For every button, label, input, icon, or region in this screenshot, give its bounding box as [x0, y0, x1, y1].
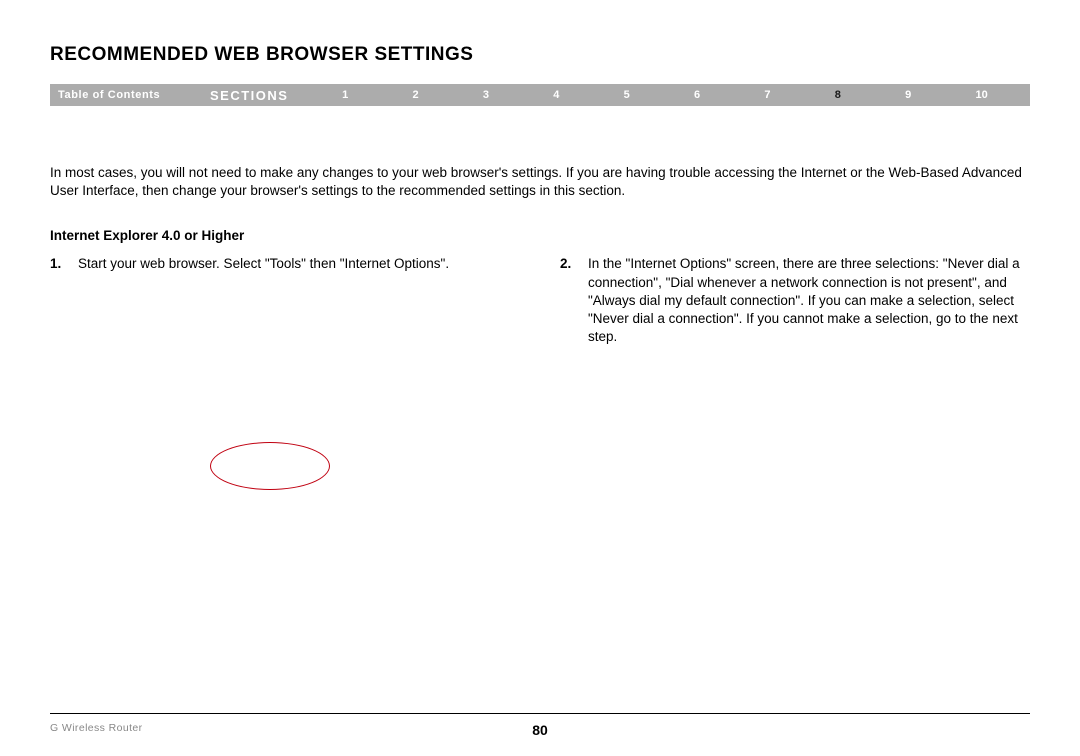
toc-link[interactable]: Table of Contents [50, 89, 210, 101]
section-link-2[interactable]: 2 [413, 89, 419, 101]
highlight-ellipse [210, 442, 330, 490]
document-page: RECOMMENDED WEB BROWSER SETTINGS Table o… [0, 0, 1080, 756]
section-link-6[interactable]: 6 [694, 89, 700, 101]
step-1: 1. Start your web browser. Select "Tools… [50, 255, 520, 346]
section-link-1[interactable]: 1 [342, 89, 348, 101]
step-number: 1. [50, 255, 78, 346]
section-link-10[interactable]: 10 [976, 89, 988, 101]
step-number: 2. [560, 255, 588, 346]
steps-columns: 1. Start your web browser. Select "Tools… [50, 255, 1030, 346]
footer-rule [50, 713, 1030, 714]
section-link-5[interactable]: 5 [624, 89, 630, 101]
sections-label: SECTIONS [210, 88, 310, 103]
section-numbers: 1 2 3 4 5 6 7 8 9 10 [310, 89, 1030, 101]
page-number: 80 [50, 722, 1030, 738]
step-text: In the "Internet Options" screen, there … [588, 255, 1030, 346]
page-footer: G Wireless Router 80 [50, 713, 1030, 734]
section-link-8[interactable]: 8 [835, 89, 841, 101]
step-2: 2. In the "Internet Options" screen, the… [560, 255, 1030, 346]
section-link-4[interactable]: 4 [553, 89, 559, 101]
ellipse-icon [210, 442, 330, 490]
step-text: Start your web browser. Select "Tools" t… [78, 255, 520, 346]
section-link-9[interactable]: 9 [905, 89, 911, 101]
section-navbar: Table of Contents SECTIONS 1 2 3 4 5 6 7… [50, 84, 1030, 106]
section-link-3[interactable]: 3 [483, 89, 489, 101]
subheading: Internet Explorer 4.0 or Higher [50, 228, 1030, 243]
intro-paragraph: In most cases, you will not need to make… [50, 164, 1030, 200]
section-link-7[interactable]: 7 [764, 89, 770, 101]
page-title: RECOMMENDED WEB BROWSER SETTINGS [50, 44, 1030, 66]
